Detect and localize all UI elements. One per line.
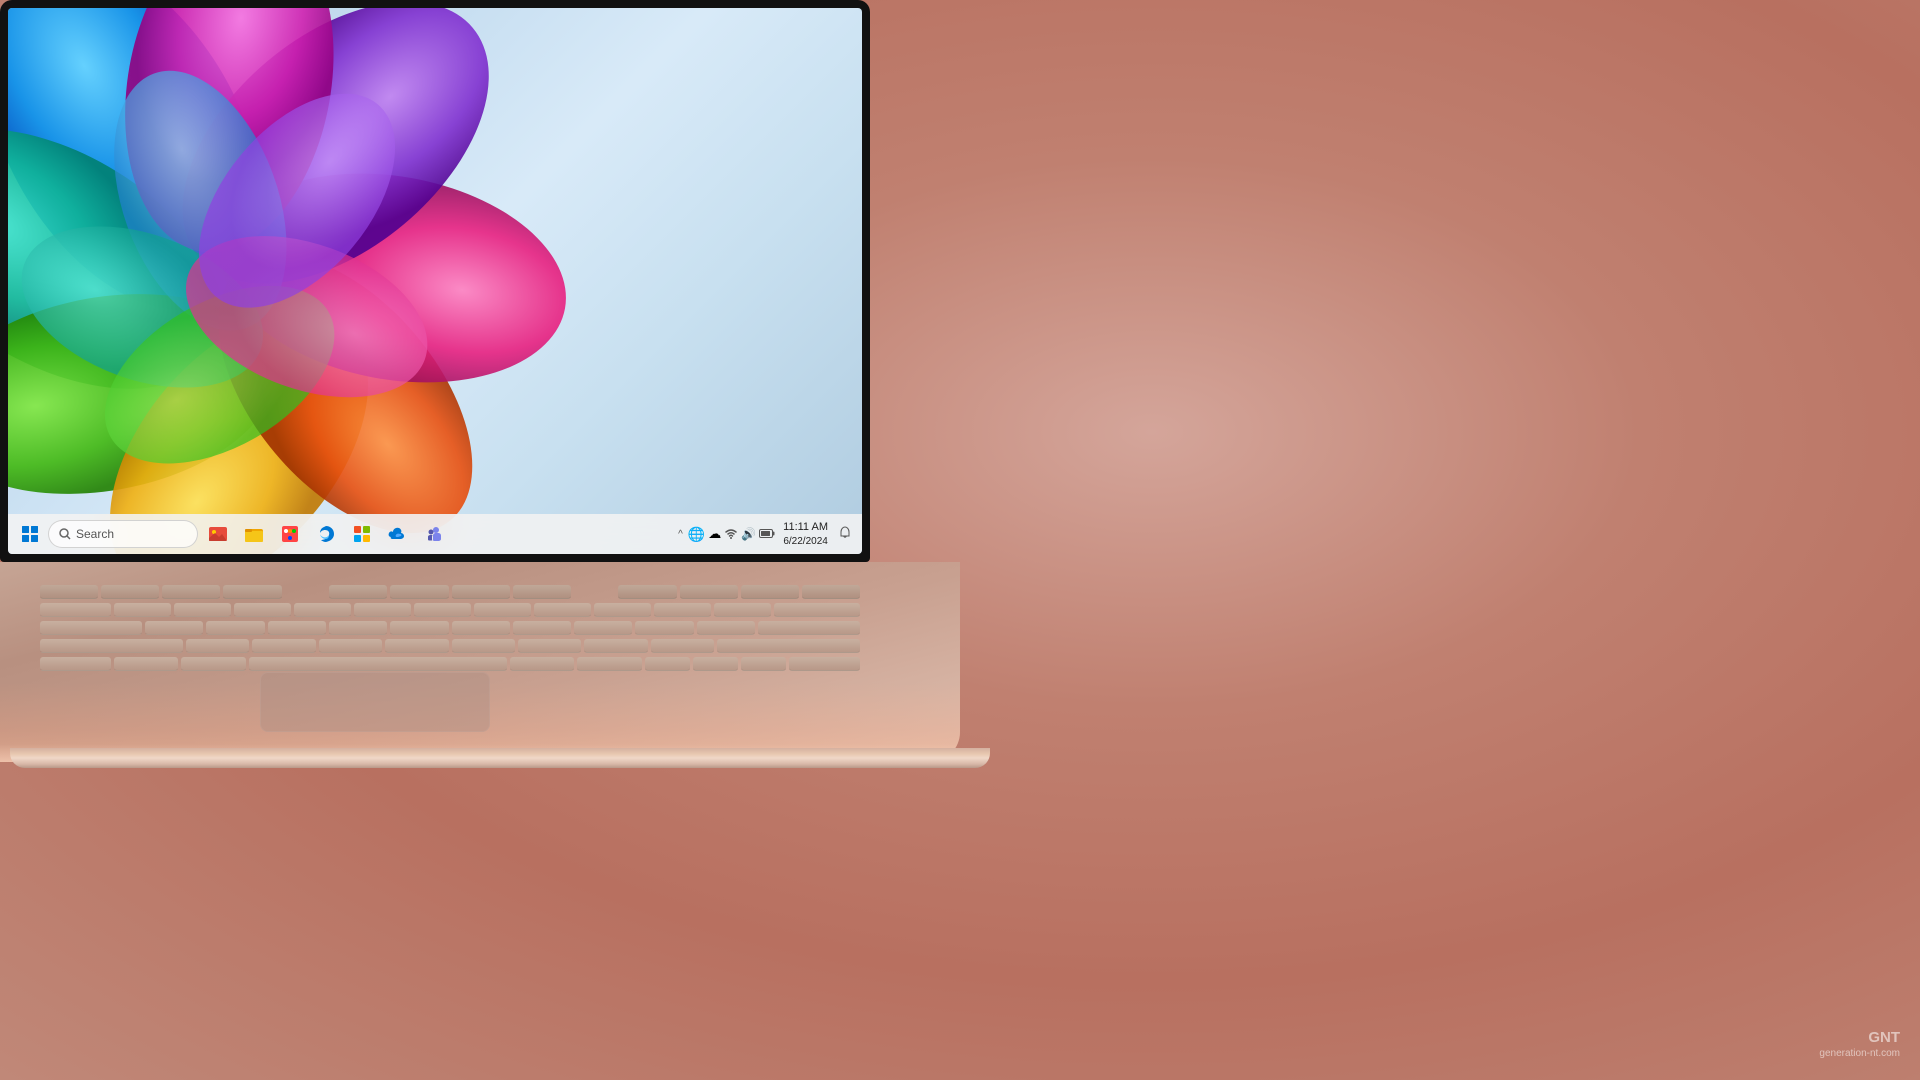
taskbar: Search — [8, 514, 862, 554]
store-icon — [352, 524, 372, 544]
watermark-brand: GNT — [1819, 1028, 1900, 1048]
scene: Search — [0, 0, 1920, 1080]
clock-time: 11:11 AM — [783, 520, 828, 534]
notification-button[interactable] — [836, 524, 854, 545]
taskbar-icon-edge[interactable] — [310, 518, 342, 550]
touchpad[interactable] — [260, 672, 490, 732]
laptop-container: Search — [0, 0, 990, 1080]
keyboard-row-2 — [40, 603, 860, 617]
system-clock[interactable]: 11:11 AM 6/22/2024 — [779, 520, 832, 547]
clock-date: 6/22/2024 — [783, 535, 828, 548]
system-tray: ^ 🌐 ☁ — [676, 526, 775, 543]
tray-language-icon[interactable]: 🌐 — [688, 526, 705, 543]
keyboard-row-4 — [40, 639, 860, 653]
onedrive-icon — [388, 524, 408, 544]
tray-volume-icon[interactable]: 🔊 — [741, 527, 756, 541]
laptop-screen: Search — [8, 8, 862, 554]
teams-icon — [424, 524, 444, 544]
file-explorer-icon — [244, 524, 264, 544]
laptop-bottom-lip — [10, 748, 990, 768]
tray-expand-button[interactable]: ^ — [676, 527, 685, 542]
wallpaper: Search — [8, 8, 862, 554]
photos-icon — [208, 524, 228, 544]
search-placeholder: Search — [76, 527, 114, 541]
keyboard-row-3 — [40, 621, 860, 635]
watermark-site: generation-nt.com — [1819, 1047, 1900, 1060]
tray-cloud-icon[interactable]: ☁ — [708, 526, 721, 542]
taskbar-icon-onedrive[interactable] — [382, 518, 414, 550]
taskbar-icon-file-explorer[interactable] — [238, 518, 270, 550]
tray-battery-icon[interactable] — [759, 527, 775, 542]
windows-logo-icon — [22, 526, 38, 542]
keyboard-base — [0, 562, 960, 762]
keyboard-row-1 — [40, 585, 860, 599]
start-button[interactable] — [16, 520, 44, 548]
win11-flower — [8, 8, 608, 554]
screen-bezel: Search — [0, 0, 870, 562]
search-icon — [59, 528, 71, 540]
taskbar-icon-paint[interactable] — [274, 518, 306, 550]
edge-icon — [316, 524, 336, 544]
keyboard-row-5 — [40, 657, 860, 671]
tray-wifi-icon[interactable] — [724, 526, 738, 543]
paint-icon — [280, 524, 300, 544]
taskbar-icon-teams[interactable] — [418, 518, 450, 550]
taskbar-icon-photos[interactable] — [202, 518, 234, 550]
taskbar-icon-store[interactable] — [346, 518, 378, 550]
search-bar[interactable]: Search — [48, 520, 198, 548]
watermark: GNT generation-nt.com — [1819, 1028, 1900, 1061]
